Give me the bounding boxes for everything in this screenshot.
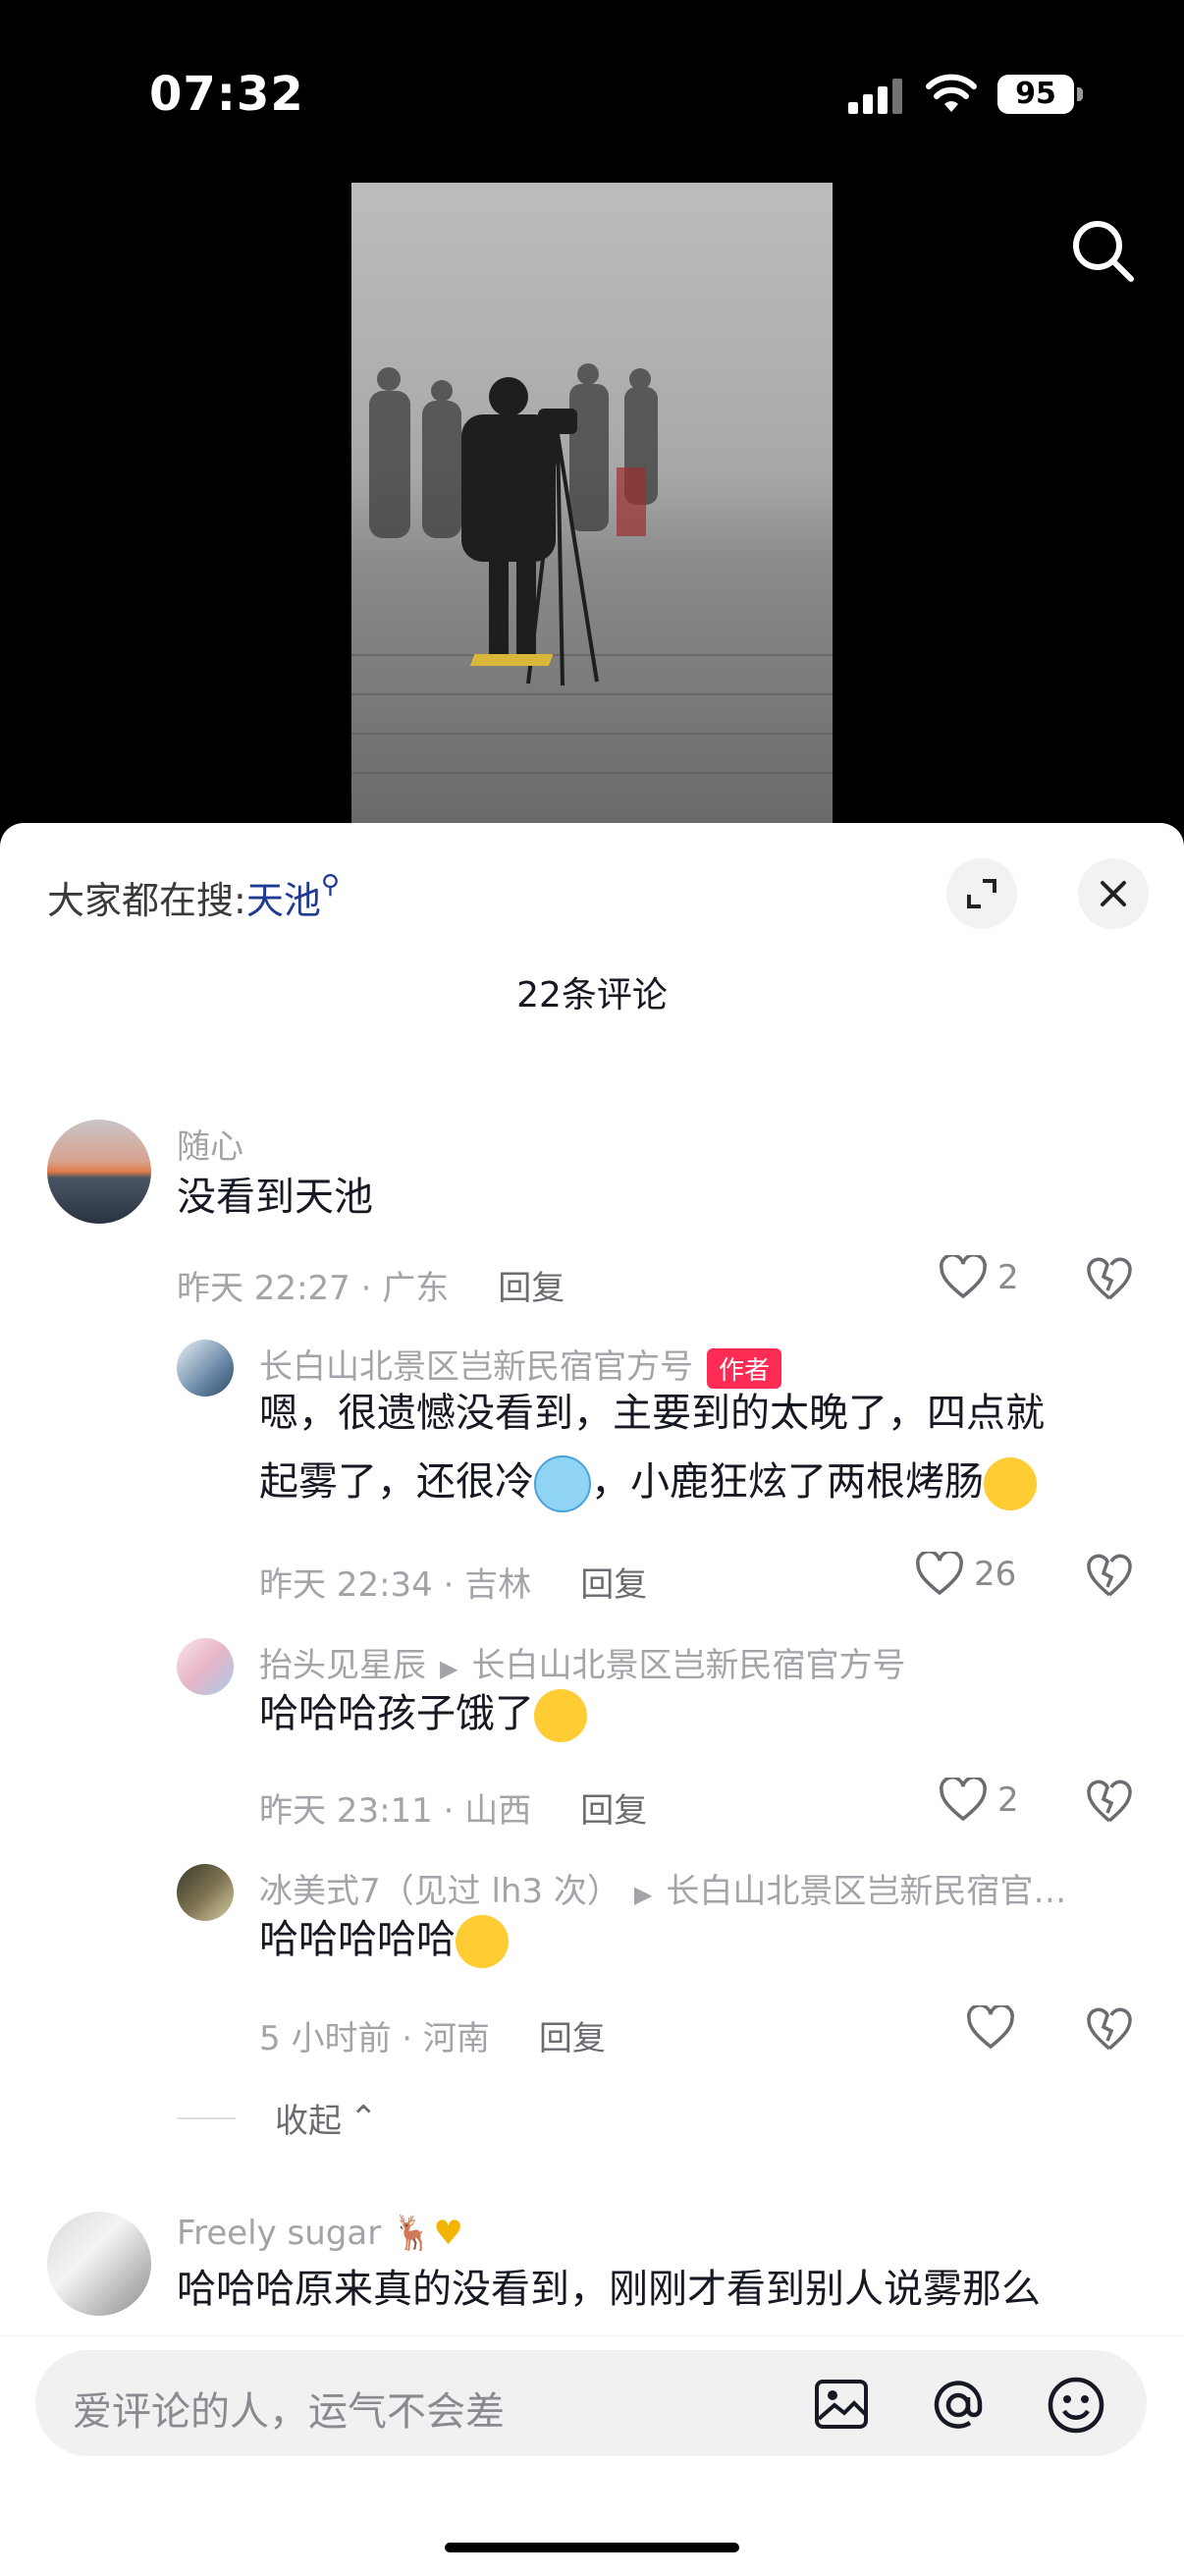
comment-text: 哈哈哈原来真的没看到，刚刚才看到别人说雾那么 [177, 2267, 1041, 2312]
avatar[interactable] [177, 1340, 234, 1397]
reply-text-line1: 嗯，很遗憾没看到，主要到的太晚了，四点就 [259, 1391, 1045, 1436]
collapse-replies-button[interactable]: 收起 ⌃ [177, 2094, 378, 2142]
reply-text: 哈哈哈孩子饿了 [259, 1679, 587, 1748]
comment-input[interactable]: 爱评论的人，运气不会差 [35, 2350, 1147, 2456]
like-button[interactable]: 2 [939, 1778, 1019, 1823]
reply-time: 昨天 22:34 · 吉林 [259, 1565, 532, 1605]
foggy-scene-image [351, 183, 833, 823]
chevron-up-icon: ⌃ [350, 2098, 378, 2138]
like-count: 2 [997, 1258, 1019, 1297]
like-count: 2 [997, 1781, 1019, 1820]
close-icon [1101, 881, 1126, 906]
like-button[interactable] [966, 2005, 1025, 2051]
search-small-icon: ⚲ [320, 870, 340, 900]
hungry-emoji-icon [534, 1689, 587, 1742]
broken-heart-icon[interactable] [1086, 2007, 1133, 2053]
comment-sheet: 大家都在搜:天池⚲ 22条评论 随心 没看到天池 昨天 22:27 · 广东 回复… [0, 823, 1184, 2576]
comment-username[interactable]: 随心 [177, 1120, 243, 1168]
hot-search-keyword[interactable]: 天池 [246, 879, 321, 922]
reply-time: 昨天 23:11 · 山西 [259, 1791, 532, 1831]
reply-meta: 昨天 22:34 · 吉林 回复 [259, 1558, 647, 1606]
heart-icon [940, 1255, 987, 1299]
heart-icon [940, 1778, 987, 1822]
hot-search-bar[interactable]: 大家都在搜:天池⚲ [47, 870, 340, 924]
reply-text-part: ，小鹿狂炫了两根烤肠 [591, 1459, 984, 1505]
collapse-label: 收起 [275, 2102, 342, 2141]
search-button[interactable] [1068, 216, 1137, 285]
comment-username[interactable]: Freely sugar 🦌♥ [177, 2214, 463, 2253]
video-frame[interactable] [351, 183, 833, 823]
reply-arrow-icon: ▶ [440, 1655, 458, 1682]
comment-text: 没看到天池 [177, 1175, 373, 1220]
broken-heart-icon[interactable] [1086, 1257, 1133, 1302]
battery-nub [1077, 87, 1083, 101]
reply-meta: 5 小时前 · 河南 回复 [259, 2011, 606, 2059]
broken-heart-icon[interactable] [1086, 1780, 1133, 1825]
reply-text-line2: 起雾了，还很冷 ，小鹿狂炫了两根烤肠 [259, 1448, 1037, 1516]
image-icon[interactable] [813, 2376, 870, 2433]
wifi-icon [926, 74, 977, 112]
comment-time: 昨天 22:27 · 广东 [177, 1269, 450, 1308]
comment-count-title: 22条评论 [516, 975, 668, 1015]
at-icon[interactable] [929, 2376, 988, 2435]
reply-button[interactable]: 回复 [498, 1269, 565, 1308]
reply-arrow-icon: ▶ [633, 1881, 653, 1908]
comment-input-placeholder: 爱评论的人，运气不会差 [73, 2389, 505, 2435]
divider [177, 2116, 236, 2119]
status-bar: 07:32 95 [0, 0, 1184, 187]
reply-time: 5 小时前 · 河南 [259, 2019, 490, 2058]
reply-text-part: 哈哈哈哈哈 [259, 1917, 456, 1962]
expand-button[interactable] [946, 858, 1017, 929]
reply-text-part: 哈哈哈孩子饿了 [259, 1691, 534, 1736]
broken-heart-icon[interactable] [1086, 1554, 1133, 1599]
cellular-signal-icon [848, 79, 902, 114]
crying-laughing-emoji-icon [456, 1915, 509, 1968]
deer-emoji-icon: 🦌 [381, 2214, 434, 2253]
like-button[interactable]: 26 [915, 1552, 1016, 1597]
home-indicator [445, 2543, 739, 2552]
like-button[interactable]: 2 [939, 1255, 1019, 1300]
reply-button[interactable]: 回复 [539, 2019, 606, 2058]
avatar[interactable] [177, 1638, 234, 1695]
avatar[interactable] [47, 2212, 151, 2316]
battery-level: 95 [997, 75, 1074, 114]
freezing-emoji-icon [534, 1455, 591, 1512]
search-icon [1073, 221, 1134, 282]
emoji-icon[interactable] [1047, 2376, 1105, 2435]
avatar[interactable] [47, 1120, 151, 1224]
yellow-heart-icon: ♥ [433, 2214, 463, 2253]
comment-meta: 昨天 22:27 · 广东 回复 [177, 1261, 565, 1309]
avatar[interactable] [177, 1864, 234, 1921]
comment-input-bar: 爱评论的人，运气不会差 [0, 2335, 1184, 2576]
like-count: 26 [974, 1555, 1017, 1594]
close-button[interactable] [1078, 858, 1149, 929]
reply-meta: 昨天 23:11 · 山西 回复 [259, 1783, 647, 1832]
reply-text: 哈哈哈哈哈 [259, 1905, 509, 1974]
reply-button[interactable]: 回复 [580, 1791, 647, 1831]
reply-button[interactable]: 回复 [580, 1565, 647, 1605]
reply-to-username[interactable]: 长白山北景区岂新民宿官… [666, 1872, 1066, 1911]
heart-icon [967, 2005, 1014, 2050]
expand-icon [967, 879, 996, 908]
reply-text-part: 起雾了，还很冷 [259, 1459, 534, 1505]
heart-icon [916, 1552, 963, 1596]
status-time: 07:32 [149, 67, 304, 122]
hot-search-prefix: 大家都在搜: [47, 879, 246, 922]
comment-username-text: Freely sugar [177, 2214, 382, 2253]
laughing-crying-emoji-icon [984, 1457, 1037, 1510]
